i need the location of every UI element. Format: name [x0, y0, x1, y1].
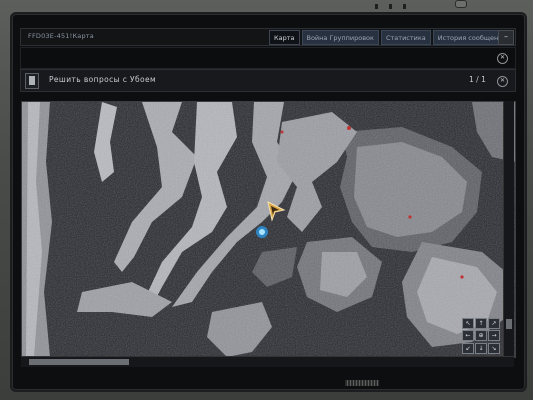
map-vertical-scrollbar[interactable] [503, 101, 514, 356]
pan-up-right-button[interactable]: ↗ [488, 318, 500, 329]
map-view[interactable] [21, 101, 516, 358]
pan-down-right-button[interactable]: ↘ [488, 342, 500, 354]
tab-faction-war[interactable]: Война Группировок [301, 30, 379, 45]
pan-up-button[interactable]: ↑ [475, 318, 487, 329]
blue-objective-icon[interactable] [254, 224, 270, 240]
task-counter: 1 / 1 [469, 75, 486, 84]
document-icon [25, 73, 39, 89]
pan-left-button[interactable]: ← [462, 330, 474, 342]
close-task-icon[interactable]: ✕ [497, 76, 508, 87]
tab-map[interactable]: Карта [269, 30, 300, 45]
pan-down-left-button[interactable]: ↙ [462, 342, 474, 354]
frame-rivet [403, 4, 406, 9]
speaker-grille [345, 380, 379, 386]
player-arrow-icon [267, 201, 286, 222]
minimize-button[interactable]: – [498, 30, 514, 45]
task-title[interactable]: Решить вопросы с Убоем [49, 75, 156, 84]
window-title: FFD0ЗЕ-451!Карта [28, 32, 94, 40]
task-bar: Решить вопросы с Убоем 1 / 1 ✕ [20, 69, 516, 92]
close-icon[interactable]: ✕ [497, 53, 508, 64]
tab-statistics[interactable]: Статистика [380, 30, 431, 45]
frame-bolt [455, 0, 467, 8]
info-strip: ✕ [20, 47, 516, 69]
frame-rivet [389, 4, 392, 9]
window-titlebar: FFD0ЗЕ-451!Карта Карта Война Группировок… [20, 28, 516, 46]
pan-up-left-button[interactable]: ↖ [462, 318, 474, 329]
pan-down-button[interactable]: ↓ [475, 342, 487, 354]
pan-right-button[interactable]: → [488, 330, 500, 342]
map-horizontal-scrollbar[interactable] [21, 356, 514, 367]
scroll-thumb[interactable] [29, 359, 129, 365]
scroll-thumb[interactable] [506, 319, 512, 329]
center-button[interactable]: ⊕ [475, 330, 487, 342]
frame-rivet [375, 4, 378, 9]
tab-bar: Карта Война Группировок Статистика Истор… [269, 30, 512, 45]
map-navigation-pad: ↖ ↑ ↗ ← ⊕ → ↙ ↓ ↘ [462, 318, 502, 354]
